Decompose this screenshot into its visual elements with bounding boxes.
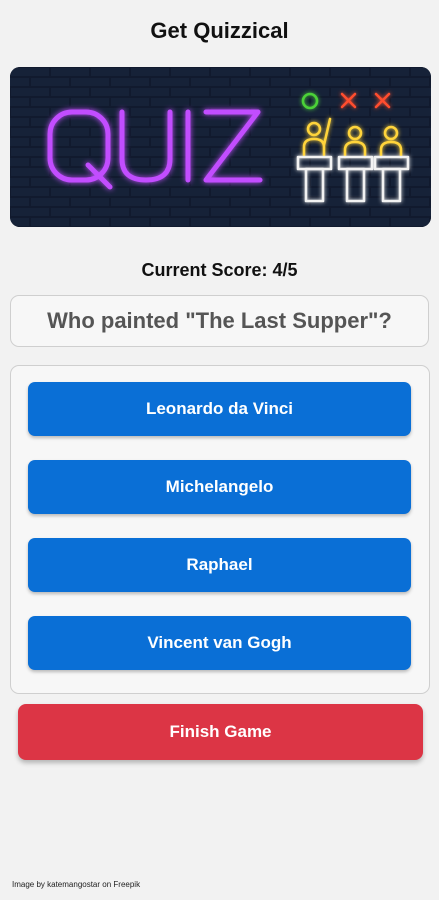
finish-game-button[interactable]: Finish Game xyxy=(18,704,423,760)
image-credit: Image by katemangostar on Freepik xyxy=(12,880,141,889)
answer-button-3[interactable]: Raphael xyxy=(28,538,411,592)
answer-button-1[interactable]: Leonardo da Vinci xyxy=(28,382,411,436)
current-score: Current Score: 4/5 xyxy=(141,260,298,280)
question-text: Who painted "The Last Supper"? xyxy=(10,295,429,347)
page-title: Get Quizzical xyxy=(150,18,289,43)
answer-button-2[interactable]: Michelangelo xyxy=(28,460,411,514)
quiz-banner-image xyxy=(10,67,431,227)
answer-button-4[interactable]: Vincent van Gogh xyxy=(28,616,411,670)
answers-panel: Leonardo da Vinci Michelangelo Raphael V… xyxy=(10,365,430,694)
